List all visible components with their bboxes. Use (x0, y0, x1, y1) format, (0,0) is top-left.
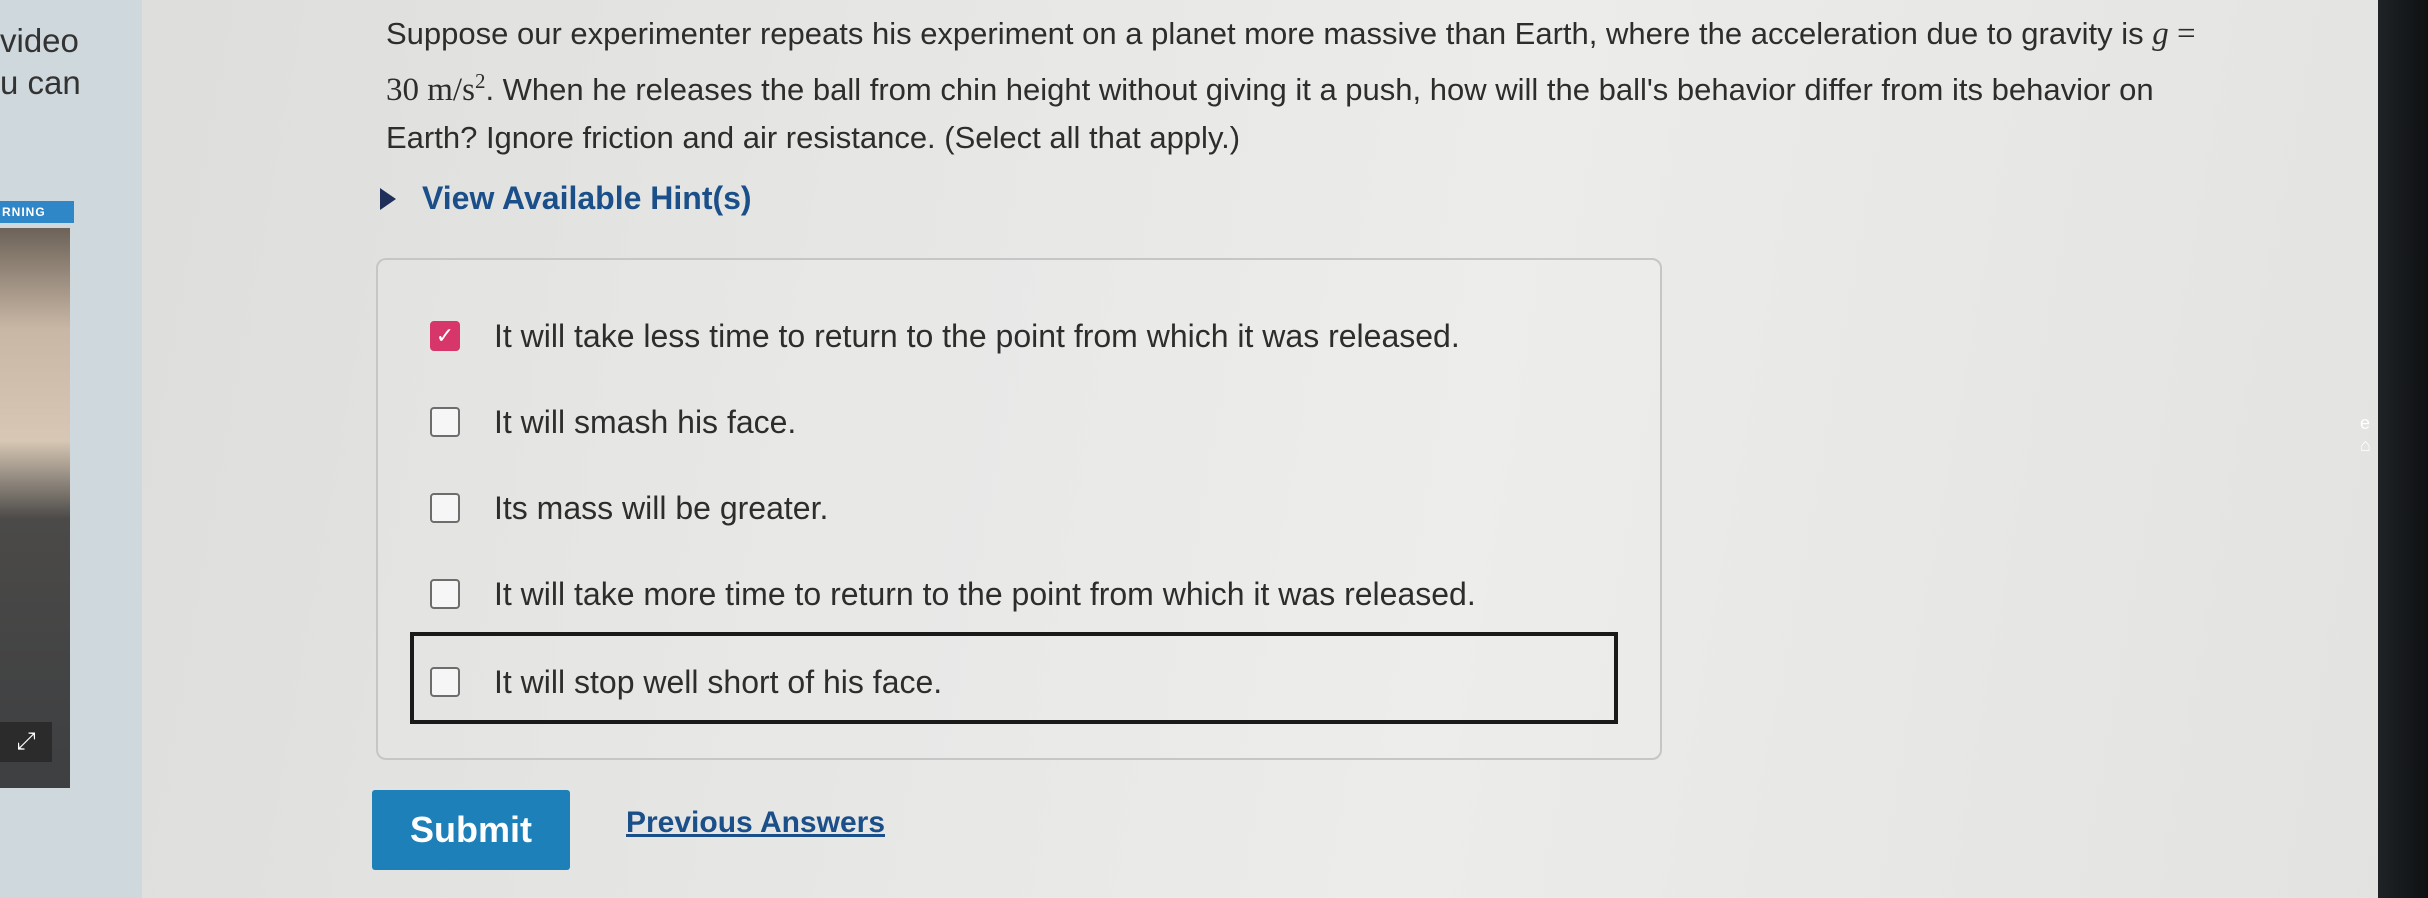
option-label: It will stop well short of his face. (494, 663, 943, 700)
left-panel: video u can RNING ⤢ (0, 0, 142, 898)
option-label: It will take more time to return to the … (494, 575, 1476, 612)
option-5[interactable]: It will stop well short of his face. (430, 660, 942, 704)
previous-answers-link[interactable]: Previous Answers (626, 806, 885, 840)
screen-bezel (2378, 0, 2428, 898)
option-4[interactable]: It will take more time to return to the … (430, 572, 1476, 616)
checkbox-icon[interactable] (430, 667, 460, 697)
question-text-after: . When he releases the ball from chin he… (386, 72, 2154, 155)
option-label: Its mass will be greater. (494, 489, 829, 526)
option-label: It will take less time to return to the … (494, 317, 1460, 354)
view-hints-label: View Available Hint(s) (422, 180, 752, 216)
view-hints-toggle[interactable]: View Available Hint(s) (380, 180, 752, 217)
checkbox-icon[interactable] (430, 493, 460, 523)
answer-options-box: ✓ It will take less time to return to th… (376, 258, 1662, 760)
caret-right-icon (380, 187, 396, 210)
sidebar-label: RNING (0, 201, 74, 223)
expand-icon[interactable]: ⤢ (0, 722, 52, 762)
video-thumbnail[interactable] (0, 228, 70, 788)
checkbox-checked-icon[interactable]: ✓ (430, 321, 460, 351)
option-2[interactable]: It will smash his face. (430, 400, 796, 444)
checkbox-icon[interactable] (430, 407, 460, 437)
option-label: It will smash his face. (494, 403, 797, 440)
edge-icon: e ⌂ (2360, 413, 2371, 455)
question-text-before: Suppose our experimenter repeats his exp… (386, 16, 2153, 51)
question-text: Suppose our experimenter repeats his exp… (386, 10, 2236, 161)
submit-button[interactable]: Submit (372, 790, 570, 870)
option-3[interactable]: Its mass will be greater. (430, 486, 828, 530)
option-1[interactable]: ✓ It will take less time to return to th… (430, 314, 1460, 358)
sidebar-text-line2: u can (0, 64, 81, 101)
sidebar-text-line1: video (0, 22, 79, 59)
math-exponent: 2 (474, 69, 486, 93)
checkbox-icon[interactable] (430, 579, 460, 609)
math-variable: g (2152, 16, 2169, 52)
